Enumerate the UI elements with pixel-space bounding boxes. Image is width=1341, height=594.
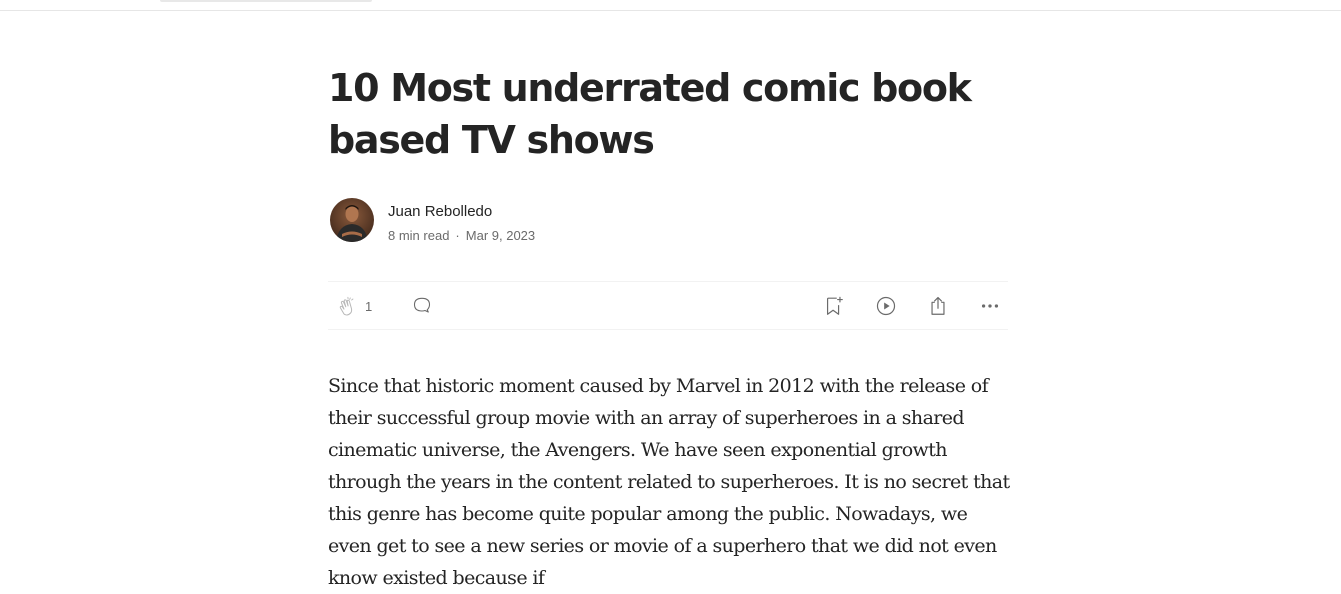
clap-count: 1 — [365, 298, 373, 314]
publish-date: Mar 9, 2023 — [465, 228, 536, 243]
article-title: 10 Most underrated comic book based TV s… — [328, 66, 972, 162]
save-button[interactable] — [823, 295, 845, 317]
article-action-bar: 1 — [328, 281, 1008, 330]
share-button[interactable] — [927, 295, 949, 317]
more-button[interactable] — [979, 295, 1001, 317]
share-icon — [931, 296, 945, 315]
article-meta: 8 min read · Mar 9, 2023 — [388, 228, 535, 244]
read-time: 8 min read — [388, 228, 450, 243]
top-nav-indicator — [160, 0, 372, 2]
avatar-image — [330, 198, 374, 242]
more-icon — [981, 304, 999, 308]
comment-button[interactable] — [412, 295, 432, 315]
author-meta: Juan Rebolledo 8 min read · Mar 9, 2023 — [388, 198, 535, 244]
clap-icon — [339, 296, 354, 316]
clap-button[interactable]: 1 — [337, 295, 372, 317]
play-icon — [876, 296, 896, 316]
listen-button[interactable] — [875, 295, 897, 317]
bookmark-add-icon — [826, 296, 843, 315]
article-body-paragraph: Since that historic moment caused by Mar… — [328, 375, 1010, 589]
article: 10 Most underrated comic book based TV s… — [328, 62, 1010, 589]
comment-icon — [413, 297, 431, 313]
author-avatar[interactable] — [330, 198, 374, 242]
author-name[interactable]: Juan Rebolledo — [388, 204, 535, 220]
author-row: Juan Rebolledo 8 min read · Mar 9, 2023 — [330, 198, 535, 244]
meta-separator: · — [455, 228, 460, 243]
